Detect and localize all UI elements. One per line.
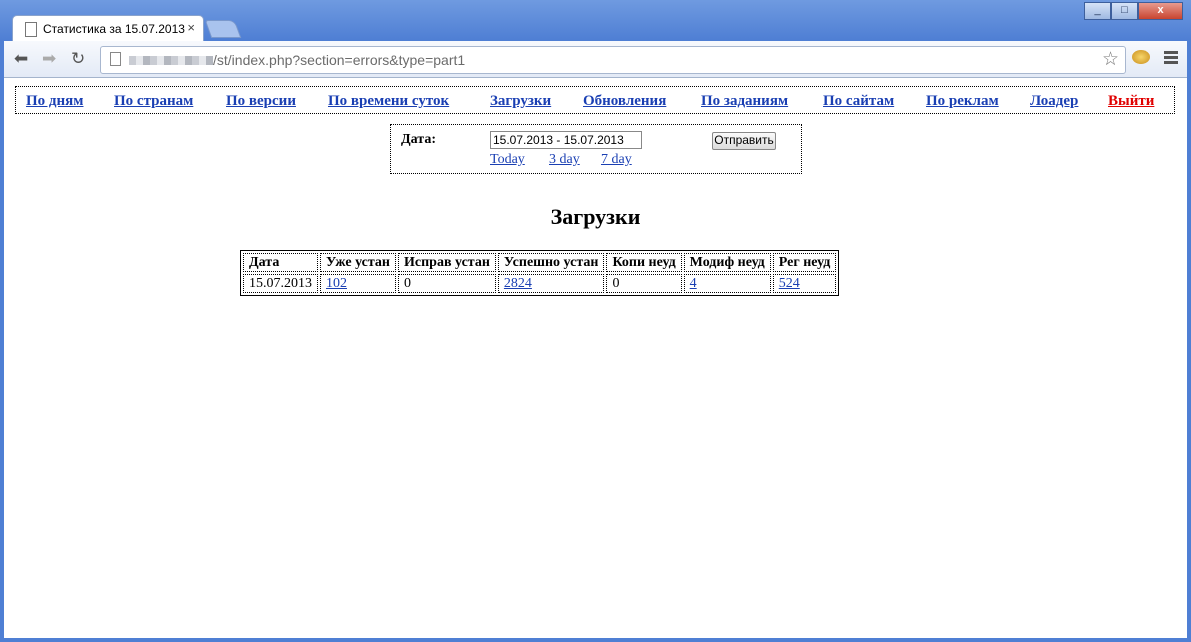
table-row: 15.07.2013 102 0 2824 0 4 524 (243, 274, 837, 293)
tab-title: Статистика за 15.07.2013 (43, 22, 185, 36)
column-header: Модиф неуд (683, 253, 771, 272)
column-header: Копи неуд (606, 253, 682, 272)
maximize-button[interactable]: □ (1111, 2, 1138, 20)
browser-window: Статистика за 15.07.2013 × _ □ x ⬅ ➡ ↻ /… (0, 0, 1191, 642)
new-tab-button[interactable] (204, 20, 242, 38)
back-arrow-icon[interactable]: ⬅ (14, 49, 28, 69)
quick-link-today[interactable]: Today (490, 152, 525, 168)
nav-link-by-countries[interactable]: По странам (114, 93, 193, 110)
reload-icon[interactable]: ↻ (71, 49, 85, 69)
nav-link-loader[interactable]: Лоадер (1030, 93, 1078, 110)
page-title: Загрузки (550, 204, 641, 229)
blurred-host (129, 56, 213, 65)
modif-fail-link[interactable]: 4 (690, 276, 697, 291)
nav-link-by-time[interactable]: По времени суток (328, 93, 449, 110)
window-controls: _ □ x (1084, 2, 1183, 20)
quick-link-3-day[interactable]: 3 day (549, 152, 580, 168)
browser-toolbar: ⬅ ➡ ↻ /st/index.php?section=errors&type=… (4, 41, 1187, 78)
nav-link-ads[interactable]: По реклам (926, 93, 999, 110)
nav-link-updates[interactable]: Обновления (583, 93, 666, 110)
browser-tab[interactable]: Статистика за 15.07.2013 × (12, 15, 204, 42)
date-range-input[interactable] (490, 131, 642, 149)
page-icon (25, 22, 37, 37)
nav-link-sites[interactable]: По сайтам (823, 93, 894, 110)
extension-icon[interactable] (1132, 50, 1150, 64)
minimize-button[interactable]: _ (1084, 2, 1111, 20)
menu-icon[interactable] (1164, 51, 1178, 66)
quick-link-7-day[interactable]: 7 day (601, 152, 632, 168)
stats-table: Дата Уже устан Исправ устан Успешно уста… (240, 250, 840, 296)
table-header-row: Дата Уже устан Исправ устан Успешно уста… (243, 253, 837, 272)
forward-arrow-icon[interactable]: ➡ (42, 49, 56, 69)
column-header: Дата (243, 253, 318, 272)
tab-close-icon[interactable]: × (187, 20, 195, 35)
cell-modif-fail: 4 (683, 274, 771, 293)
tab-strip: Статистика за 15.07.2013 × _ □ x (0, 0, 1191, 42)
date-form: Дата: Отправить Today 3 day 7 day (390, 124, 802, 174)
cell-success-installed: 2824 (497, 274, 605, 293)
logout-link[interactable]: Выйти (1108, 93, 1154, 110)
column-header: Успешно устан (497, 253, 605, 272)
url-text: /st/index.php?section=errors&type=part1 (213, 52, 466, 68)
nav-link-by-version[interactable]: По версии (226, 93, 296, 110)
cell-fixed-installed: 0 (397, 274, 496, 293)
column-header: Рег неуд (772, 253, 837, 272)
nav-link-tasks[interactable]: По заданиям (701, 93, 788, 110)
cell-reg-fail: 524 (772, 274, 837, 293)
nav-bar: По дням По странам По версии По времени … (15, 86, 1175, 114)
success-installed-link[interactable]: 2824 (504, 276, 532, 291)
cell-date: 15.07.2013 (243, 274, 318, 293)
column-header: Уже устан (320, 253, 396, 272)
nav-link-by-days[interactable]: По дням (26, 93, 83, 110)
nav-link-downloads[interactable]: Загрузки (490, 93, 551, 110)
address-bar[interactable]: /st/index.php?section=errors&type=part1 … (100, 46, 1126, 74)
close-window-button[interactable]: x (1138, 2, 1183, 20)
bookmark-star-icon[interactable]: ☆ (1102, 48, 1119, 71)
cell-already-installed: 102 (320, 274, 396, 293)
page-content: По дням По странам По версии По времени … (4, 78, 1187, 638)
submit-button[interactable]: Отправить (712, 132, 776, 150)
reg-fail-link[interactable]: 524 (779, 276, 800, 291)
page-icon (110, 52, 121, 66)
column-header: Исправ устан (397, 253, 496, 272)
cell-copy-fail: 0 (606, 274, 682, 293)
date-label: Дата: (401, 132, 436, 147)
already-installed-link[interactable]: 102 (326, 276, 347, 291)
